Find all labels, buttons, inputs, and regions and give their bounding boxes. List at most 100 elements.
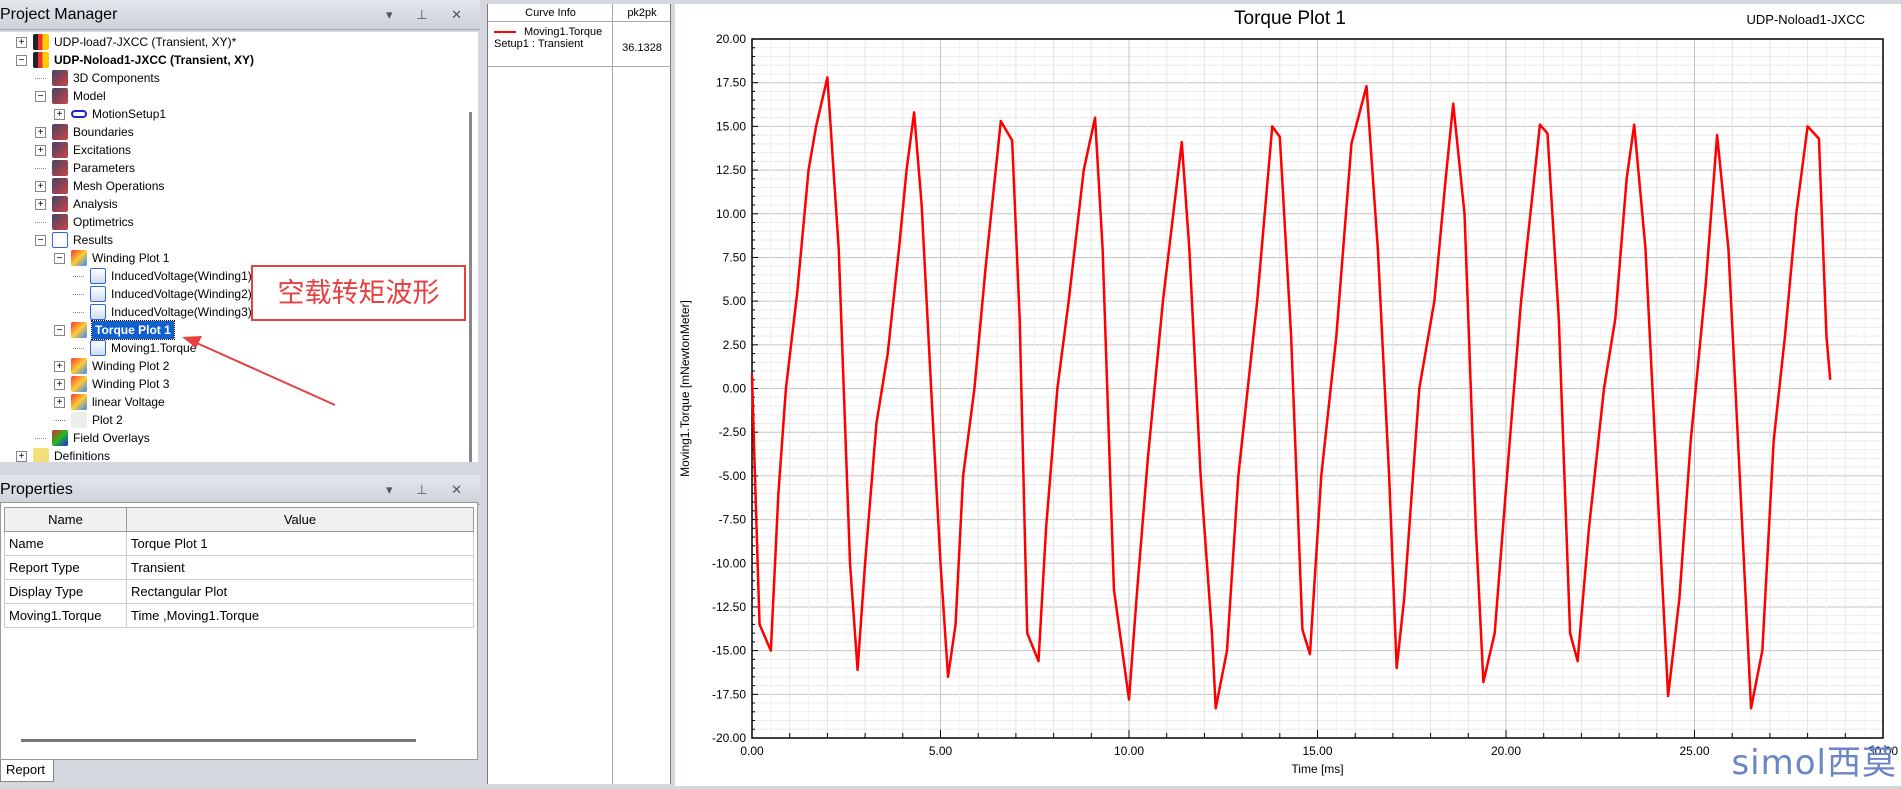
tree-item[interactable]: Parameters (35, 159, 135, 177)
trace-icon (90, 340, 106, 356)
model-icon (52, 88, 68, 104)
tree-item[interactable]: − Model (35, 87, 106, 105)
expand-toggle[interactable]: + (16, 36, 27, 48)
mesh-icon (52, 178, 68, 194)
tree-item[interactable]: + Excitations (35, 141, 131, 159)
tree-item[interactable]: Optimetrics (35, 213, 134, 231)
y-tick-label: -2.50 (719, 425, 747, 439)
x-tick-label: 20.00 (1491, 744, 1521, 758)
column-header[interactable]: Name (4, 507, 127, 532)
tree-connector (35, 437, 46, 439)
horizontal-scrollbar[interactable] (21, 739, 416, 742)
x-axis-label: Time [ms] (1291, 762, 1343, 776)
y-tick-label: -5.00 (719, 469, 747, 483)
expand-toggle[interactable]: − (35, 90, 46, 102)
legend-entry[interactable]: Moving1.Torque Setup1 : Transient (494, 26, 614, 50)
x-tick-label: 25.00 (1679, 744, 1709, 758)
expand-toggle[interactable]: + (35, 144, 46, 156)
curve-name: Moving1.Torque (524, 26, 603, 38)
tree-item[interactable]: − Winding Plot 1 (54, 249, 169, 267)
trace-icon (90, 304, 106, 320)
tab-report[interactable]: Report (0, 760, 54, 782)
property-row[interactable]: Moving1.Torque Time ,Moving1.Torque (4, 603, 474, 628)
tree-item[interactable]: + MotionSetup1 (54, 105, 166, 123)
expand-toggle[interactable]: + (54, 378, 65, 390)
tree-item[interactable]: InducedVoltage(Winding3) (73, 303, 252, 321)
tree-item-label: Winding Plot 3 (92, 377, 170, 391)
expand-toggle[interactable]: + (16, 450, 27, 462)
tree-item-label: Mesh Operations (73, 179, 165, 193)
tree-item[interactable]: InducedVoltage(Winding1) (73, 267, 252, 285)
expand-toggle[interactable]: + (54, 360, 65, 372)
panel-controls[interactable]: ▾ ⊥ ✕ (386, 475, 472, 505)
tree-item[interactable]: + Winding Plot 2 (54, 357, 169, 375)
plot-icon (71, 358, 87, 374)
y-tick-label: -15.00 (712, 644, 746, 658)
tree-item[interactable]: + Mesh Operations (35, 177, 164, 195)
tree-item-label: linear Voltage (92, 395, 165, 409)
curve-info-header: Curve Info pk2pk (488, 4, 670, 22)
property-value[interactable]: Transient (126, 555, 474, 580)
y-tick-label: 0.00 (723, 382, 747, 396)
tree-item[interactable]: + Definitions (16, 447, 110, 462)
project-manager-header: Project Manager ▾ ⊥ ✕ (0, 0, 480, 30)
tree-item-label: Boundaries (73, 125, 134, 139)
property-row[interactable]: Name Torque Plot 1 (4, 531, 474, 556)
tree-item[interactable]: + UDP-load7-JXCC (Transient, XY)* (16, 33, 236, 51)
property-row[interactable]: Display Type Rectangular Plot (4, 579, 474, 604)
expand-toggle[interactable]: − (16, 54, 27, 66)
tree-item[interactable]: InducedVoltage(Winding2) (73, 285, 252, 303)
property-name: Report Type (4, 555, 127, 580)
property-value[interactable]: Time ,Moving1.Torque (126, 603, 474, 628)
properties-table: Name Value Name Torque Plot 1 Report Type T… (4, 507, 474, 628)
tree-item[interactable]: 3D Components (35, 69, 160, 87)
y-tick-label: 12.50 (716, 163, 746, 177)
tree-item[interactable]: + Winding Plot 3 (54, 375, 169, 393)
tree-item[interactable]: Field Overlays (35, 429, 150, 447)
tree-item[interactable]: Plot 2 (54, 411, 123, 429)
y-tick-label: -10.00 (712, 556, 746, 570)
property-name: Moving1.Torque (4, 603, 127, 628)
tree-item[interactable]: + Boundaries (35, 123, 134, 141)
folder-icon (33, 448, 49, 462)
plot-area[interactable]: 20.00 17.50 15.00 12.50 10.00 7.50 5.00 2.50 0.0… (675, 4, 1901, 786)
property-value[interactable]: Rectangular Plot (126, 579, 474, 604)
trace-icon (90, 286, 106, 302)
x-tick-label: 0.00 (740, 744, 764, 758)
analysis-icon (52, 196, 68, 212)
tree-item[interactable]: + linear Voltage (54, 393, 165, 411)
trace-icon (90, 268, 106, 284)
expand-toggle[interactable]: + (54, 396, 65, 408)
expand-toggle[interactable]: − (35, 234, 46, 246)
y-tick-label: -17.50 (712, 687, 746, 701)
tree-connector (35, 167, 46, 169)
tree-item[interactable]: − Torque Plot 1 (54, 320, 175, 340)
project-tree[interactable]: + UDP-load7-JXCC (Transient, XY)* − UDP-Nol… (0, 32, 478, 462)
panel-controls[interactable]: ▾ ⊥ ✕ (386, 0, 472, 30)
components-icon (52, 70, 68, 86)
property-row[interactable]: Report Type Transient (4, 555, 474, 580)
expand-toggle[interactable]: − (54, 324, 65, 336)
optimetrics-icon (52, 214, 68, 230)
watermark: simol西莫 (1731, 743, 1897, 783)
y-tick-label: 2.50 (723, 338, 747, 352)
column-header[interactable]: Value (126, 507, 474, 532)
expand-toggle[interactable]: + (35, 198, 46, 210)
tree-item[interactable]: − UDP-Noload1-JXCC (Transient, XY) (16, 51, 254, 69)
torque-chart[interactable]: 20.00 17.50 15.00 12.50 10.00 7.50 5.00 2.50 0.0… (675, 4, 1901, 786)
expand-toggle[interactable]: + (35, 126, 46, 138)
tree-scrollbar[interactable] (469, 112, 472, 462)
tree-connector (54, 419, 65, 421)
tree-item[interactable]: Moving1.Torque (73, 339, 196, 357)
tree-connector (73, 311, 84, 313)
tree-item[interactable]: + Analysis (35, 195, 118, 213)
expand-toggle[interactable]: − (54, 252, 65, 264)
design-icon (33, 34, 49, 50)
tree-connector (35, 221, 46, 223)
excitations-icon (52, 142, 68, 158)
expand-toggle[interactable]: + (54, 108, 65, 120)
property-value[interactable]: Torque Plot 1 (126, 531, 474, 556)
expand-toggle[interactable]: + (35, 180, 46, 192)
tree-item[interactable]: − Results (35, 231, 113, 249)
plot-icon (71, 322, 87, 338)
